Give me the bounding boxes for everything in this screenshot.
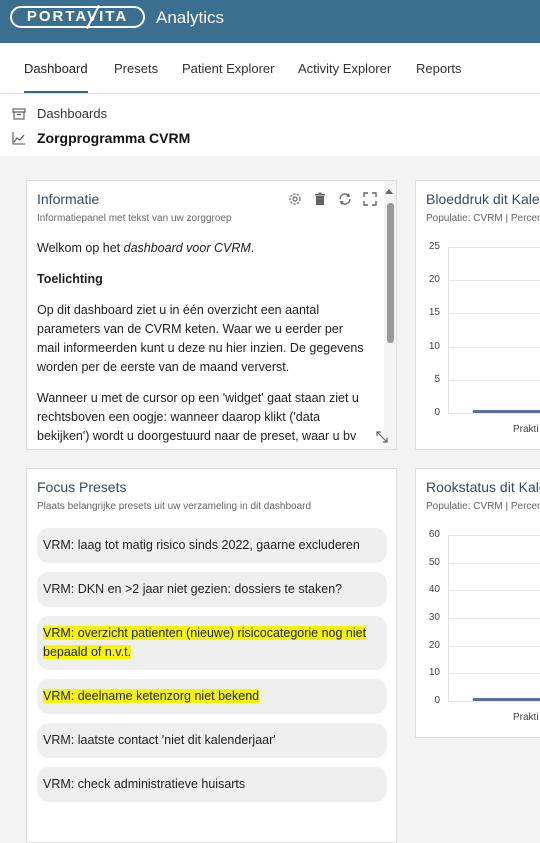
chart2-y-tick-label: 10 [428,667,440,679]
chart2-gridline [448,618,540,619]
chart2-gridline [448,535,540,536]
tab-dashboard[interactable]: Dashboard [24,61,88,93]
refresh-icon[interactable] [337,191,353,207]
tab-reports[interactable]: Reports [416,61,462,91]
info-panel-content: Welkom op het dashboard voor CVRM. Toeli… [37,239,367,449]
chart2-gridline [448,673,540,675]
bloeddruk-chart-panel: Bloeddruk dit Kale Populatie: CVRM | Per… [415,180,540,450]
chart1-gridline [448,313,540,315]
chart1-x-label: Prakti [513,424,539,435]
focus-panel-title: Focus Presets [37,479,127,495]
chart1-y-tick-label: 20 [428,274,440,286]
focus-panel-subtitle: Plaats belangrijke presets uit uw verzam… [37,501,312,512]
info-paragraph-2: Wanneer u met de cursor op een 'widget' … [37,391,359,443]
info-panel-subtitle: Informatiepanel met tekst van uw zorggro… [37,213,232,224]
chart2-y-tick-label: 50 [428,556,440,568]
resize-handle-icon[interactable] [376,431,388,443]
app-title: Analytics [156,8,225,27]
chart2-bar[interactable] [473,698,540,701]
preset-item[interactable]: VRM: laag tot matig risico sinds 2022, g… [37,528,387,563]
preset-item[interactable]: VRM: overzicht patienten (nieuwe) risico… [37,616,387,670]
chart1-y-axis-line [448,247,449,413]
tab-patient-explorer[interactable]: Patient Explorer [182,61,275,91]
tab-activity-explorer[interactable]: Activity Explorer [298,61,391,91]
chart1-y-tick-label: 5 [434,373,440,385]
chart2-gridline [448,701,540,702]
chart1-y-tick-label: 15 [428,307,440,319]
gear-icon[interactable] [287,191,303,207]
chart1-gridline [448,379,540,381]
chart2-y-axis-line [448,535,449,701]
chart2-y-tick-label: 20 [428,639,440,651]
line-chart-icon [12,132,25,145]
info-heading: Toelichting [37,272,103,286]
breadcrumb: Dashboards Zorgprogramma CVRM [0,94,540,156]
preset-item[interactable]: VRM: deelname ketenzorg niet bekend [37,679,387,714]
fullscreen-icon[interactable] [362,191,378,207]
preset-item[interactable]: VRM: DKN en >2 jaar niet gezien: dossier… [37,572,387,607]
panel-toolbar [287,191,378,207]
focus-presets-panel: Focus Presets Plaats belangrijke presets… [26,468,397,843]
page-title: Zorgprogramma CVRM [37,130,191,146]
chart2-y-tick-label: 0 [434,695,440,706]
preset-item[interactable]: VRM: laatste contact 'niet dit kalenderj… [37,723,387,758]
chart2-y-tick-label: 60 [428,529,440,540]
chart1-subtitle: Populatie: CVRM | Percen [426,213,540,224]
chart2-gridline [448,590,540,592]
info-paragraph-1: Op dit dashboard ziet u in één overzicht… [37,303,364,374]
scroll-up-arrow-icon[interactable] [385,189,393,194]
chart1-y-tick-label: 0 [434,407,440,418]
breadcrumb-dashboards[interactable]: Dashboards [12,106,107,121]
chart1-y-tick-label: 10 [428,340,440,352]
chart2-title: Rookstatus dit Kale [426,479,540,495]
chart1-gridline [448,413,540,414]
chart2-gridline [448,562,540,564]
top-bar: PORTAVITA Analytics [0,0,540,43]
chart1-gridline [448,346,540,348]
chart2-gridline [448,645,540,647]
breadcrumb-parent: Dashboards [37,106,108,121]
chart1-gridline [448,280,540,282]
chart2-x-label: Prakti [513,712,539,723]
info-panel-title: Informatie [37,191,100,207]
preset-item[interactable]: VRM: check administratieve huisarts [37,767,387,802]
chart1-title: Bloeddruk dit Kale [426,191,540,207]
chart1-y-tick-label: 25 [428,241,440,252]
chart1-bar[interactable] [473,410,540,413]
info-scrollbar[interactable] [384,181,396,449]
chart1-gridline [448,247,540,248]
chart2-y-tick-label: 40 [428,584,440,596]
chart2-subtitle: Populatie: CVRM | Percen [426,501,540,512]
scroll-thumb[interactable] [387,203,394,343]
portavita-logo[interactable]: PORTAVITA [10,5,145,29]
welcome-text: Welkom op het dashboard voor CVRM. [37,241,255,255]
main-nav: Dashboard Presets Patient Explorer Activ… [0,43,540,94]
archive-icon [12,107,26,120]
tab-presets[interactable]: Presets [114,61,158,91]
chart2-y-tick-label: 30 [428,612,440,623]
rookstatus-chart-panel: Rookstatus dit Kale Populatie: CVRM | Pe… [415,468,540,738]
breadcrumb-current: Zorgprogramma CVRM [12,130,190,146]
trash-icon[interactable] [312,191,328,207]
info-panel: Informatie Informatiepanel met tekst van… [26,180,397,450]
